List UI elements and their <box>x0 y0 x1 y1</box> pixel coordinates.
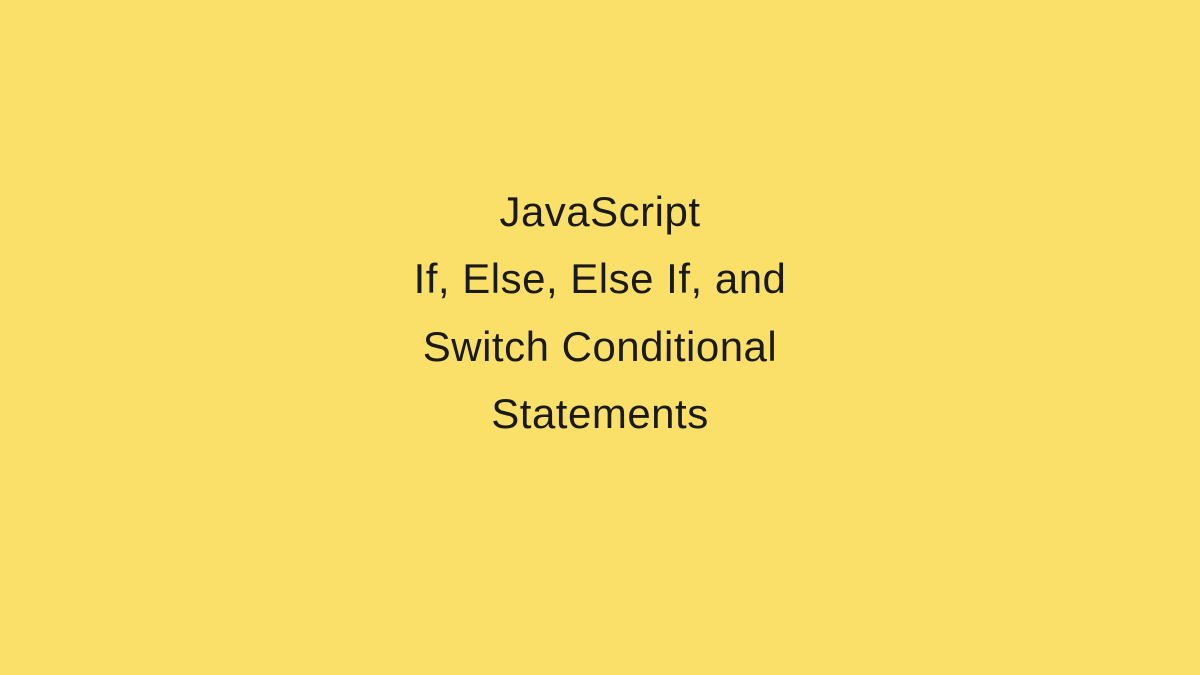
title-line-3: Switch Conditional <box>414 313 787 380</box>
title-line-1: JavaScript <box>414 178 787 245</box>
slide-content: JavaScript If, Else, Else If, and Switch… <box>414 178 787 447</box>
title-line-4: Statements <box>414 380 787 447</box>
title-line-2: If, Else, Else If, and <box>414 245 787 312</box>
